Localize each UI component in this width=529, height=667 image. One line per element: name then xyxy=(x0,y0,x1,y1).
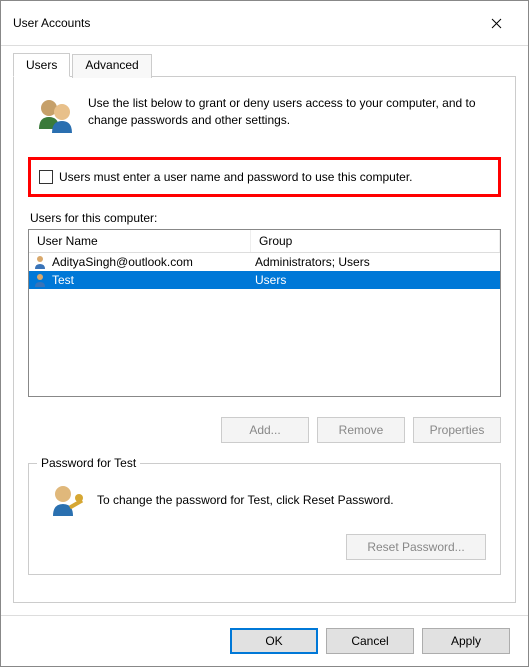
titlebar: User Accounts xyxy=(1,1,528,46)
tab-users[interactable]: Users xyxy=(13,53,70,77)
window-title: User Accounts xyxy=(13,16,90,30)
require-login-highlight: Users must enter a user name and passwor… xyxy=(28,157,501,197)
user-icon xyxy=(32,254,48,270)
add-button[interactable]: Add... xyxy=(221,417,309,443)
password-text: To change the password for Test, click R… xyxy=(97,493,394,507)
user-group-cell: Administrators; Users xyxy=(251,255,500,269)
users-list[interactable]: User Name Group AdityaSingh@outlook.com … xyxy=(28,229,501,397)
cancel-button[interactable]: Cancel xyxy=(326,628,414,654)
close-button[interactable] xyxy=(476,9,516,37)
apply-button[interactable]: Apply xyxy=(422,628,510,654)
key-user-icon xyxy=(49,482,85,518)
user-name-cell: Test xyxy=(52,273,74,287)
password-fieldset: Password for Test To change the password… xyxy=(28,463,501,575)
close-icon xyxy=(491,18,502,29)
user-group-cell: Users xyxy=(251,273,500,287)
dialog-footer: OK Cancel Apply xyxy=(1,615,528,666)
reset-password-button[interactable]: Reset Password... xyxy=(346,534,486,560)
intro-text: Use the list below to grant or deny user… xyxy=(88,95,501,135)
column-username[interactable]: User Name xyxy=(29,230,251,252)
require-login-label: Users must enter a user name and passwor… xyxy=(59,170,413,184)
intro-row: Use the list below to grant or deny user… xyxy=(28,95,501,135)
tab-content: Use the list below to grant or deny user… xyxy=(13,77,516,603)
ok-button[interactable]: OK xyxy=(230,628,318,654)
tab-strip: Users Advanced xyxy=(13,52,516,77)
remove-button[interactable]: Remove xyxy=(317,417,405,443)
list-header: User Name Group xyxy=(29,230,500,253)
window: User Accounts Users Advanced Use the lis… xyxy=(0,0,529,667)
password-legend: Password for Test xyxy=(37,456,140,470)
user-buttons-row: Add... Remove Properties xyxy=(28,417,501,443)
properties-button[interactable]: Properties xyxy=(413,417,501,443)
table-row[interactable]: Test Users xyxy=(29,271,500,289)
table-row[interactable]: AdityaSingh@outlook.com Administrators; … xyxy=(29,253,500,271)
column-group[interactable]: Group xyxy=(251,230,500,252)
user-icon xyxy=(32,272,48,288)
user-name-cell: AdityaSingh@outlook.com xyxy=(52,255,193,269)
dialog-body: Users Advanced Use the list below to gra… xyxy=(1,46,528,615)
users-icon xyxy=(36,95,76,135)
tab-advanced[interactable]: Advanced xyxy=(72,54,151,78)
password-row: To change the password for Test, click R… xyxy=(43,482,486,518)
require-login-checkbox[interactable] xyxy=(39,170,53,184)
users-list-label: Users for this computer: xyxy=(30,211,501,225)
